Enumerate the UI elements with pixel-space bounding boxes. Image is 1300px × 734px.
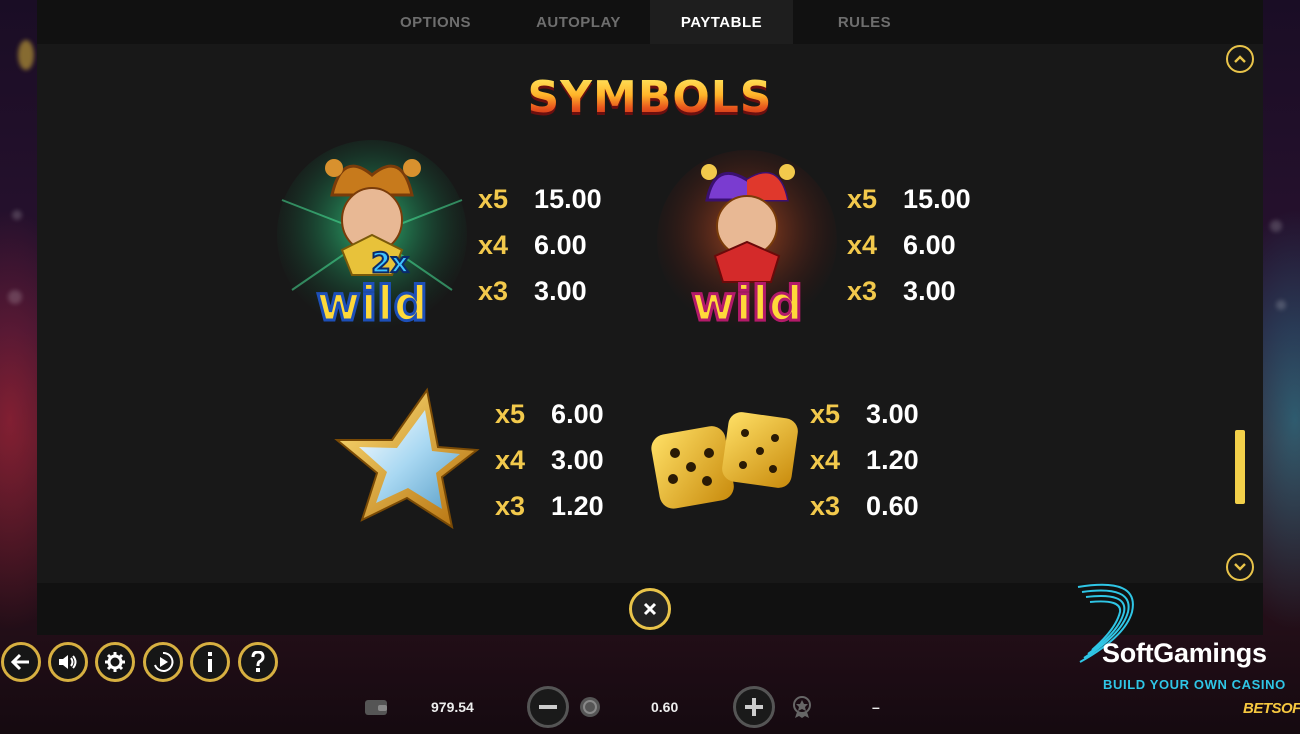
back-button[interactable] [1, 642, 41, 682]
chevron-up-icon [1234, 55, 1246, 63]
autoplay-button[interactable] [143, 642, 183, 682]
wild-2x-joker-icon: 2x wild [272, 140, 472, 340]
softgamings-logo [1070, 582, 1300, 692]
tab-options[interactable]: OPTIONS [364, 0, 507, 44]
scroll-up-button[interactable] [1226, 45, 1254, 73]
info-button[interactable] [190, 642, 230, 682]
sound-icon [59, 655, 77, 669]
svg-text:2x: 2x [371, 246, 409, 279]
autoplay-icon [154, 651, 174, 672]
paytable-panel: OPTIONS AUTOPLAY PAYTABLE RULES SYMBOLS … [37, 0, 1263, 635]
help-button[interactable] [238, 642, 278, 682]
provider-logo: BETSOFT [1243, 700, 1300, 717]
brand-name: SoftGamings [1102, 638, 1267, 668]
payout-row: x4 6.00 [478, 229, 587, 260]
minus-icon [539, 705, 557, 709]
dice-icon [647, 405, 807, 515]
payout-row: x5 6.00 [495, 398, 604, 429]
payouts-wild-2x: x5 15.00 x4 6.00 x3 3.00 [478, 176, 602, 314]
scrollbar-thumb[interactable] [1235, 430, 1245, 504]
win-badge-icon [790, 695, 814, 724]
payout-row: x3 1.20 [495, 490, 604, 521]
sound-button[interactable] [48, 642, 88, 682]
svg-text:wild: wild [691, 276, 803, 332]
payout-row: x3 0.60 [810, 490, 919, 521]
payout-row: x4 3.00 [495, 444, 604, 475]
star-icon [332, 385, 482, 535]
payout-row: x3 3.00 [478, 275, 587, 306]
plus-icon [745, 698, 763, 716]
chevron-down-icon [1234, 563, 1246, 571]
payout-row: x5 15.00 [478, 183, 602, 214]
close-icon [643, 602, 657, 616]
decrease-bet-button[interactable] [527, 686, 569, 728]
balance-value: 979.54 [431, 699, 474, 715]
section-title: SYMBOLS [37, 72, 1263, 123]
info-icon [208, 652, 212, 672]
settings-button[interactable] [95, 642, 135, 682]
payouts-wild: x5 15.00 x4 6.00 x3 3.00 [847, 176, 971, 314]
win-value: – [872, 699, 880, 715]
payouts-star: x5 6.00 x4 3.00 x3 1.20 [495, 391, 604, 529]
payout-row: x4 6.00 [847, 229, 956, 260]
tab-autoplay[interactable]: AUTOPLAY [507, 0, 650, 44]
increase-bet-button[interactable] [733, 686, 775, 728]
payouts-dice: x5 3.00 x4 1.20 x3 0.60 [810, 391, 919, 529]
gear-icon [105, 652, 125, 672]
tab-bar: OPTIONS AUTOPLAY PAYTABLE RULES [37, 0, 1263, 44]
payout-row: x5 15.00 [847, 183, 971, 214]
help-icon [251, 651, 265, 672]
brand-tagline: BUILD YOUR OWN CASINO [1103, 677, 1286, 692]
coins-icon [578, 695, 602, 724]
wild-joker-icon: wild [647, 150, 847, 340]
wallet-icon [364, 697, 388, 722]
payout-row: x5 3.00 [810, 398, 919, 429]
payout-row: x4 1.20 [810, 444, 919, 475]
svg-text:wild: wild [316, 276, 428, 332]
close-button[interactable] [629, 588, 671, 630]
scroll-down-button[interactable] [1226, 553, 1254, 581]
payout-row: x3 3.00 [847, 275, 956, 306]
back-icon [11, 653, 29, 671]
tab-paytable[interactable]: PAYTABLE [650, 0, 793, 44]
tab-rules[interactable]: RULES [793, 0, 936, 44]
bet-value: 0.60 [651, 699, 679, 715]
